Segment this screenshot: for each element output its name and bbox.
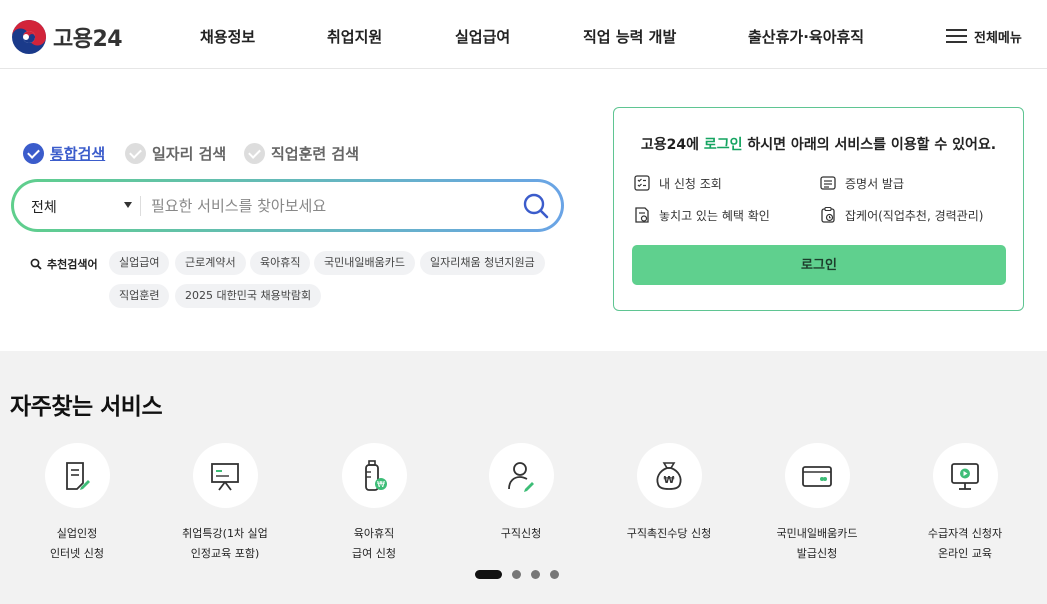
service-icon-circle <box>192 443 258 508</box>
nav-recruit-info[interactable]: 채용정보 <box>200 26 255 47</box>
service-missed-benefits: 놓치고 있는 혜택 확인 <box>633 206 770 224</box>
carousel-pagination <box>475 570 559 579</box>
check-circle-icon <box>244 143 265 164</box>
service-label: 놓치고 있는 혜택 확인 <box>659 208 770 223</box>
service-name: 실업인정 인터넷 신청 <box>49 527 105 560</box>
svg-text:₩: ₩ <box>663 475 674 486</box>
service-learning-card[interactable]: 국민내일배움카드 발급신청 <box>747 443 887 564</box>
checklist-icon <box>634 175 650 191</box>
keyword-chip[interactable]: 2025 대한민국 채용박람회 <box>175 284 322 308</box>
tab-label: 통합검색 <box>50 145 106 163</box>
service-employment-lecture[interactable]: 취업특강(1차 실업 인정교육 포함) <box>155 443 295 564</box>
service-icon-circle <box>44 443 110 508</box>
site-header: 고용24 채용정보 취업지원 실업급여 직업 능력 개발 출산휴가·육아휴직 전… <box>0 0 1047 69</box>
keyword-chip[interactable]: 실업급여 <box>109 251 170 275</box>
service-online-education[interactable]: 수급자격 신청자 온라인 교육 <box>895 443 1035 564</box>
document-coin-icon <box>635 207 649 223</box>
keyword-chip[interactable]: 직업훈련 <box>109 284 170 308</box>
login-message-prefix: 고용24에 <box>640 137 704 153</box>
frequent-services: 자주찾는 서비스 실업인정인터넷 신청 취업특강(1차 실업인정교육 포함) <box>0 351 1047 604</box>
login-button[interactable]: 로그인 <box>632 245 1006 285</box>
keyword-chip[interactable]: 국민내일배움카드 <box>314 251 415 275</box>
service-icon-circle: ₩ <box>636 443 702 508</box>
keyword-chip[interactable]: 육아휴직 <box>250 251 311 275</box>
pagination-dot-active[interactable] <box>475 570 502 579</box>
service-icon-circle <box>932 443 998 508</box>
tab-training-search[interactable]: 직업훈련 검색 <box>244 143 359 164</box>
service-name: 취업특강(1차 실업 인정교육 포함) <box>182 527 268 560</box>
check-circle-icon <box>23 143 44 164</box>
service-label: 증명서 발급 <box>845 176 905 191</box>
all-menu-label: 전체메뉴 <box>974 31 1022 46</box>
service-label: 내 신청 조회 <box>659 176 722 191</box>
service-name: 구직촉진수당 신청 <box>626 527 712 540</box>
money-bag-icon: ₩ <box>656 461 682 490</box>
pagination-dot[interactable] <box>550 570 559 579</box>
logo-text: 고용24 <box>53 27 123 52</box>
service-icon-circle: ₩ <box>341 443 407 508</box>
printer-icon <box>820 176 836 190</box>
all-menu-button[interactable]: 전체메뉴 <box>946 27 1022 46</box>
monitor-play-icon <box>951 462 979 490</box>
login-panel: 고용24에 로그인 하시면 아래의 서비스를 이용할 수 있어요. 내 신청 조… <box>613 107 1024 311</box>
document-edit-icon <box>66 461 90 490</box>
recommend-label-text: 추천검색어 <box>47 258 98 271</box>
nav-maternity-parental-leave[interactable]: 출산휴가·육아휴직 <box>748 26 864 47</box>
service-name: 육아휴직 급여 신청 <box>352 527 396 560</box>
caret-down-icon[interactable] <box>124 202 132 208</box>
service-parental-leave-benefit[interactable]: ₩ 육아휴직 급여 신청 <box>304 443 444 564</box>
keyword-chip[interactable]: 근로계약서 <box>175 251 246 275</box>
login-message-suffix: 하시면 아래의 서비스를 이용할 수 있어요. <box>742 137 997 153</box>
pagination-dot[interactable] <box>531 570 540 579</box>
hamburger-icon <box>946 29 967 44</box>
service-jobcare: 잡케어(직업추천, 경력관리) <box>819 206 983 224</box>
tab-label: 일자리 검색 <box>152 145 227 163</box>
taegeuk-logo-icon <box>12 20 46 54</box>
tab-integrated-search[interactable]: 통합검색 <box>23 143 105 164</box>
svg-text:₩: ₩ <box>377 480 385 489</box>
section-title: 자주찾는 서비스 <box>10 394 163 420</box>
category-select[interactable]: 전체 <box>31 197 57 217</box>
service-icon-circle <box>488 443 554 508</box>
keyword-chip[interactable]: 일자리채움 청년지원금 <box>420 251 545 275</box>
check-circle-icon <box>125 143 146 164</box>
search-icon[interactable] <box>520 190 552 222</box>
recommend-label: 추천검색어 <box>30 256 98 272</box>
login-message: 고용24에 로그인 하시면 아래의 서비스를 이용할 수 있어요. <box>614 134 1023 154</box>
divider <box>140 196 141 216</box>
service-label: 잡케어(직업추천, 경력관리) <box>845 208 984 223</box>
search-box: 전체 <box>11 179 564 232</box>
search-inner: 전체 <box>14 182 561 229</box>
card-icon <box>802 465 832 487</box>
service-my-applications: 내 신청 조회 <box>633 174 722 192</box>
tab-job-search[interactable]: 일자리 검색 <box>125 143 226 164</box>
service-name: 수급자격 신청자 온라인 교육 <box>927 527 1003 560</box>
nav-job-support[interactable]: 취업지원 <box>327 26 382 47</box>
nav-vocational-training[interactable]: 직업 능력 개발 <box>583 26 676 47</box>
login-message-highlight[interactable]: 로그인 <box>704 137 743 153</box>
presentation-board-icon <box>211 462 239 491</box>
nav-unemployment-benefit[interactable]: 실업급여 <box>455 26 510 47</box>
service-certificate: 증명서 발급 <box>819 174 904 192</box>
service-icon-circle <box>784 443 850 508</box>
person-edit-icon <box>508 461 534 492</box>
baby-bottle-icon: ₩ <box>365 459 387 491</box>
pagination-dot[interactable] <box>512 570 521 579</box>
service-unemployment-recognition[interactable]: 실업인정 인터넷 신청 <box>7 443 147 564</box>
search-icon <box>30 258 42 270</box>
service-job-promotion-allowance[interactable]: ₩ 구직촉진수당 신청 <box>599 443 739 544</box>
service-name: 국민내일배움카드 발급신청 <box>776 527 858 560</box>
service-job-seeking-application[interactable]: 구직신청 <box>451 443 591 544</box>
search-input[interactable] <box>151 192 501 220</box>
clipboard-clock-icon <box>821 206 835 223</box>
tab-label: 직업훈련 검색 <box>271 145 360 163</box>
service-name: 구직신청 <box>500 527 542 540</box>
logo[interactable]: 고용24 <box>11 19 123 55</box>
